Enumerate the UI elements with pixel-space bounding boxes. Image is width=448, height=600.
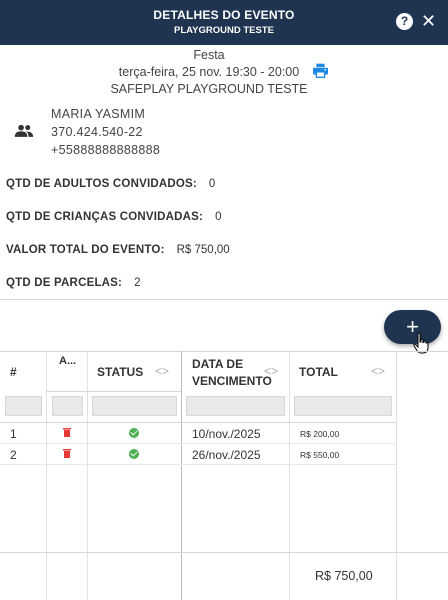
row-divider xyxy=(0,464,396,465)
field-children: QTD DE CRIANÇAS CONVIDADAS: 0 xyxy=(6,211,221,223)
status-paid-icon xyxy=(129,449,139,459)
row-due-date: 26/nov./2025 xyxy=(192,448,261,462)
status-paid-icon xyxy=(129,428,139,438)
filter-input-actions[interactable] xyxy=(52,396,83,416)
filter-input-status[interactable] xyxy=(92,396,177,416)
field-total-value: VALOR TOTAL DO EVENTO: R$ 750,00 xyxy=(6,244,230,256)
filter-input-total[interactable] xyxy=(294,396,392,416)
divider xyxy=(0,299,448,300)
delete-icon[interactable] xyxy=(63,449,71,458)
column-divider xyxy=(289,351,290,600)
header-divider xyxy=(46,391,181,392)
help-icon[interactable]: ? xyxy=(396,13,413,30)
field-adults: QTD DE ADULTOS CONVIDADOS: 0 xyxy=(6,178,215,190)
contact-name: MARIA YASMIM xyxy=(51,107,146,121)
print-icon[interactable] xyxy=(312,63,329,78)
contact-document: 370.424.540-22 xyxy=(51,125,143,139)
field-value: R$ 750,00 xyxy=(176,244,230,256)
event-type: Festa xyxy=(193,48,225,62)
footer-divider xyxy=(0,552,448,553)
installments-table: # A... STATUS <> DATA DE VENCIMENTO <> T… xyxy=(0,351,448,600)
field-value: 0 xyxy=(215,211,222,223)
field-value: 2 xyxy=(134,277,141,289)
row-total: R$ 550,00 xyxy=(300,450,340,460)
row-divider xyxy=(0,443,396,444)
row-num: 1 xyxy=(10,427,17,441)
field-value: 0 xyxy=(208,178,216,190)
table-top-border xyxy=(0,351,448,352)
field-label: QTD DE ADULTOS CONVIDADOS: xyxy=(6,178,197,190)
field-label: QTD DE PARCELAS: xyxy=(6,277,123,289)
row-total: R$ 200,00 xyxy=(300,429,340,439)
dialog-header: DETALHES DO EVENTO PLAYGROUND TESTE ? ✕ xyxy=(0,0,448,45)
close-icon[interactable]: ✕ xyxy=(421,11,436,31)
event-datetime: terça-feira, 25 nov. 19:30 - 20:00 xyxy=(118,65,300,79)
filter-input-num[interactable] xyxy=(5,396,42,416)
dialog-subtitle: PLAYGROUND TESTE xyxy=(174,25,274,36)
filter-input-due[interactable] xyxy=(186,396,285,416)
row-num: 2 xyxy=(10,448,17,462)
delete-icon[interactable] xyxy=(63,428,71,437)
column-divider xyxy=(46,351,47,600)
row-due-date: 10/nov./2025 xyxy=(192,427,261,441)
column-header-actions[interactable]: A... xyxy=(59,355,76,395)
people-icon xyxy=(14,124,34,137)
field-label: QTD DE CRIANÇAS CONVIDADAS: xyxy=(6,211,204,223)
column-divider xyxy=(181,351,182,600)
column-divider xyxy=(396,351,397,600)
field-label: VALOR TOTAL DO EVENTO: xyxy=(6,244,165,256)
field-installments: QTD DE PARCELAS: 2 xyxy=(6,277,140,289)
contact-phone: +55888888888888 xyxy=(51,143,161,157)
event-location: SAFEPLAY PLAYGROUND TESTE xyxy=(110,82,308,96)
column-divider xyxy=(87,351,88,600)
dialog-title: DETALHES DO EVENTO xyxy=(153,8,295,22)
row-divider xyxy=(0,422,396,423)
footer-total: R$ 750,00 xyxy=(315,569,373,583)
